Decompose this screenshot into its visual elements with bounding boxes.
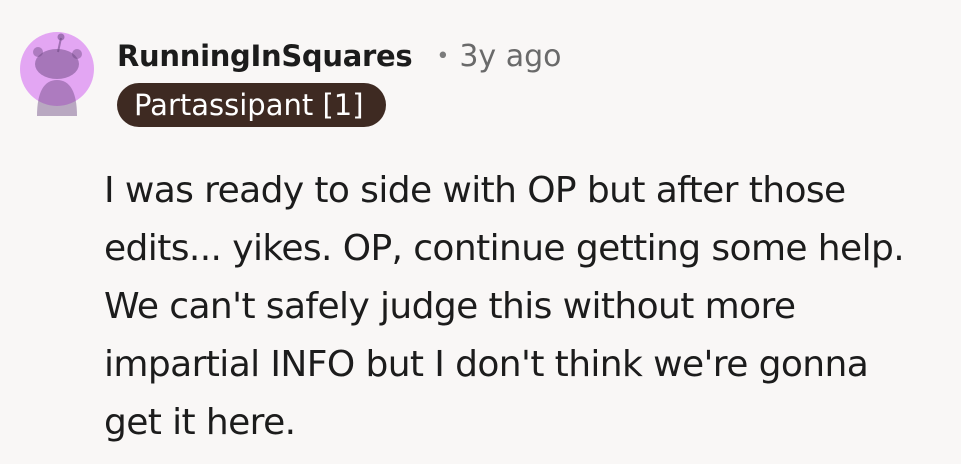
- comment-body: I was ready to side with OP but after th…: [104, 162, 954, 452]
- user-flair: Partassipant [1]: [117, 83, 386, 127]
- comment-age[interactable]: 3y ago: [459, 39, 561, 74]
- comment-body-line: get it here.: [104, 402, 296, 443]
- comment-body-line: I was ready to side with OP but after th…: [104, 170, 846, 211]
- comment: RunningInSquares • 3y ago Partassipant […: [0, 0, 961, 464]
- comment-body-line: edits... yikes. OP, continue getting som…: [104, 228, 905, 269]
- author-username[interactable]: RunningInSquares: [117, 39, 413, 73]
- avatar[interactable]: [20, 22, 94, 116]
- comment-body-line: We can't safely judge this without more: [104, 286, 796, 327]
- snoo-avatar-icon: [20, 32, 94, 116]
- comment-body-line: impartial INFO but I don't think we're g…: [104, 344, 869, 385]
- comment-header: RunningInSquares • 3y ago: [117, 34, 562, 78]
- meta-separator: •: [436, 43, 450, 69]
